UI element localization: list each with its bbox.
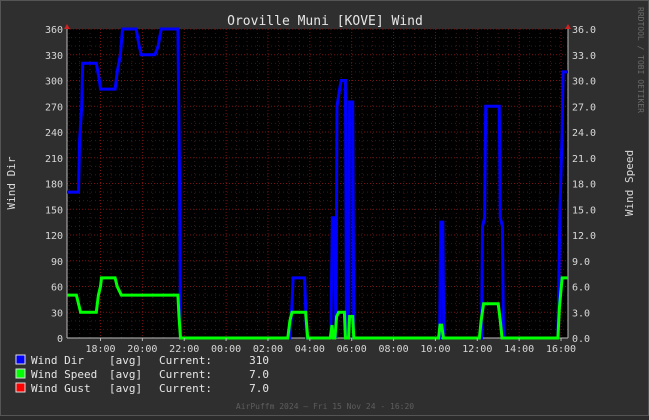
y-tick-label-right: 9.0 (572, 257, 590, 268)
x-tick-label: 06:00 (337, 344, 367, 355)
legend-label: Wind Speed (31, 368, 97, 381)
legend-current-label: Current: (159, 354, 212, 367)
y-tick-label-left: 90 (51, 257, 63, 268)
rrdtool-credit: RRDTOOL / TOBI OETIKER (636, 7, 645, 113)
legend-current-label: Current: (159, 382, 212, 395)
chart-title: Oroville Muni [KOVE] Wind (227, 14, 423, 29)
legend: Wind Dir [avg] Current: 310 Wind Speed [avg] C… (15, 354, 269, 395)
legend-current-label: Current: (159, 368, 212, 381)
x-tick-label: 14:00 (504, 344, 534, 355)
y-tick-label-right: 33.0 (572, 51, 596, 62)
legend-label: Wind Gust (31, 382, 91, 395)
y-axis-right-label: Wind Speed (623, 150, 636, 216)
x-tick-label: 00:00 (211, 344, 241, 355)
legend-avg: [avg] (109, 368, 142, 381)
y-tick-label-left: 210 (45, 154, 63, 165)
y-tick-label-right: 12.0 (572, 231, 596, 242)
legend-current-value: 7.0 (249, 382, 269, 395)
y-tick-label-right: 15.0 (572, 205, 596, 216)
y-tick-label-left: 300 (45, 77, 63, 88)
legend-avg: [avg] (109, 354, 142, 367)
y-tick-label-right: 18.0 (572, 180, 596, 191)
x-tick-label: 04:00 (295, 344, 325, 355)
chart-frame: Oroville Muni [KOVE] Wind RRDTOOL / TOBI… (0, 0, 649, 416)
y-tick-label-left: 30 (51, 308, 63, 319)
y-tick-label-left: 360 (45, 25, 63, 36)
footer-credit: AirPuffm 2024 – Fri 15 Nov 24 - 16:20 (236, 402, 414, 411)
wind-chart-svg: Oroville Muni [KOVE] Wind RRDTOOL / TOBI… (5, 7, 645, 411)
y-tick-label-right: 21.0 (572, 154, 596, 165)
y-axis-left-arrow (64, 24, 70, 29)
y-tick-label-right: 3.0 (572, 308, 590, 319)
legend-swatch (15, 368, 26, 379)
legend-swatch (15, 382, 26, 393)
y-tick-label-left: 150 (45, 205, 63, 216)
y-tick-label-left: 120 (45, 231, 63, 242)
legend-swatch (15, 354, 26, 365)
legend-current-value: 7.0 (249, 368, 269, 381)
y-tick-label-right: 27.0 (572, 102, 596, 113)
y-tick-label-right: 30.0 (572, 77, 596, 88)
legend-label: Wind Dir (31, 354, 84, 367)
y-tick-label-left: 0 (57, 334, 63, 345)
y-axis-right-arrow (565, 24, 571, 29)
y-tick-label-left: 240 (45, 128, 63, 139)
y-tick-label-left: 60 (51, 283, 63, 294)
x-tick-label: 10:00 (420, 344, 450, 355)
x-tick-label: 16:00 (546, 344, 576, 355)
y-axis-left-label: Wind Dir (5, 156, 18, 209)
legend-avg: [avg] (109, 382, 142, 395)
y-tick-label-left: 330 (45, 51, 63, 62)
y-tick-label-left: 180 (45, 180, 63, 191)
legend-current-value: 310 (249, 354, 269, 367)
y-tick-label-left: 270 (45, 102, 63, 113)
y-tick-label-right: 6.0 (572, 283, 590, 294)
x-tick-label: 08:00 (379, 344, 409, 355)
x-tick-label: 12:00 (462, 344, 492, 355)
y-tick-label-right: 36.0 (572, 25, 596, 36)
y-tick-label-right: 24.0 (572, 128, 596, 139)
